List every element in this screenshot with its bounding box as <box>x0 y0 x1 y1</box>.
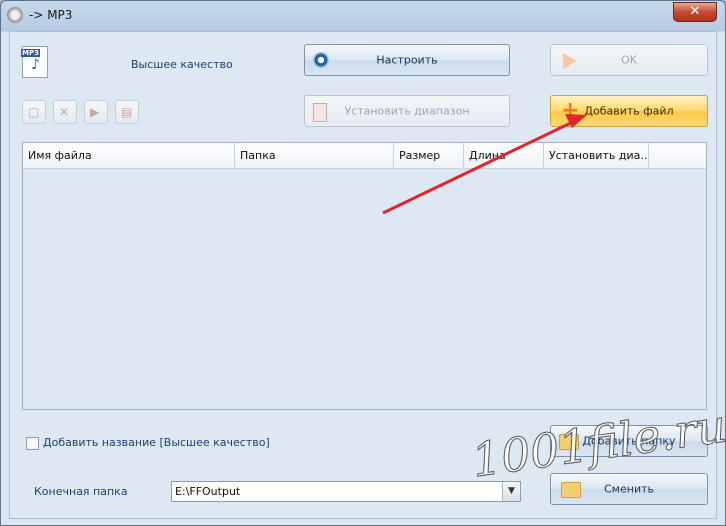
ok-button[interactable]: OK <box>550 44 708 76</box>
configure-button[interactable]: Настроить <box>304 44 510 76</box>
dialog-body: MP3 ♪ Высшее качество Настроить OK ▢ ✕ ▶ … <box>9 31 717 519</box>
app-window: -> MP3 ✕ MP3 ♪ Высшее качество Настроить … <box>0 0 726 526</box>
column-header-range[interactable]: Установить диа... <box>544 143 649 168</box>
column-header-filename[interactable]: Имя файла <box>23 143 235 168</box>
add-name-checkbox[interactable] <box>26 436 39 450</box>
table-header: Имя файла Папка Размер Длина Установить … <box>23 143 706 169</box>
close-button[interactable]: ✕ <box>673 2 717 22</box>
window-title: -> MP3 <box>29 8 73 22</box>
quality-label: Высшее качество <box>131 58 233 71</box>
destination-value: E:\FFOutput <box>175 485 241 498</box>
remove-file-icon[interactable]: ▢ <box>22 100 46 124</box>
dropdown-arrow-icon[interactable]: ▼ <box>502 482 520 501</box>
column-header-size[interactable]: Размер <box>394 143 464 168</box>
destination-label: Конечная папка <box>34 485 128 498</box>
add-name-option[interactable]: Добавить название [Высшее качество] <box>26 436 270 450</box>
add-folder-button[interactable]: Добавить папку <box>550 425 708 457</box>
mp3-file-icon: MP3 ♪ <box>21 46 48 78</box>
column-header-length[interactable]: Длина <box>464 143 544 168</box>
title-bar: -> MP3 ✕ <box>1 1 725 31</box>
file-table[interactable]: Имя файла Папка Размер Длина Установить … <box>22 142 707 410</box>
add-name-label: Добавить название [Высшее качество] <box>43 436 270 449</box>
app-icon <box>7 7 23 23</box>
set-range-button[interactable]: Установить диапазон <box>304 95 510 127</box>
column-header-folder[interactable]: Папка <box>235 143 394 168</box>
info-icon[interactable]: ▤ <box>115 100 139 124</box>
clear-list-icon[interactable]: ✕ <box>53 100 77 124</box>
add-file-button[interactable]: + Добавить файл <box>550 95 708 127</box>
change-folder-button[interactable]: Сменить <box>550 473 708 505</box>
destination-combobox[interactable]: E:\FFOutput ▼ <box>171 481 521 502</box>
play-icon[interactable]: ▶ <box>84 100 108 124</box>
